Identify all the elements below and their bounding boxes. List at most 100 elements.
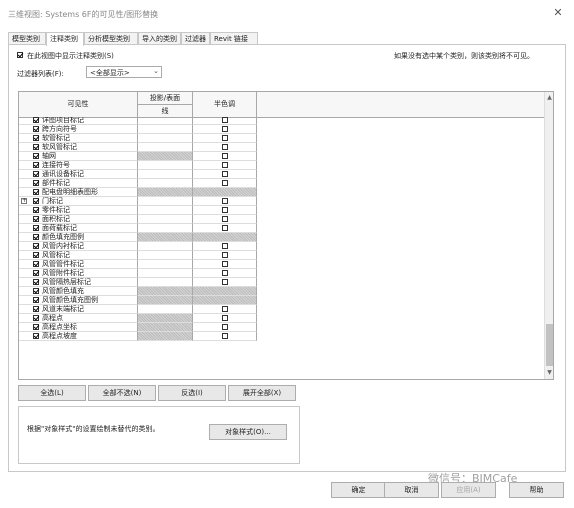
halftone-checkbox[interactable] xyxy=(222,207,228,213)
halftone-cell[interactable] xyxy=(193,188,257,197)
table-row[interactable]: 零件标记 xyxy=(19,206,544,215)
visibility-checkbox[interactable] xyxy=(33,126,39,132)
projection-lines-cell[interactable] xyxy=(138,251,193,260)
halftone-checkbox[interactable] xyxy=(222,261,228,267)
projection-lines-cell[interactable] xyxy=(138,161,193,170)
visibility-checkbox[interactable] xyxy=(33,135,39,141)
arrow-up-icon[interactable]: ▲ xyxy=(545,94,553,102)
visibility-checkbox[interactable] xyxy=(33,153,39,159)
halftone-cell[interactable] xyxy=(193,197,257,206)
projection-lines-cell[interactable] xyxy=(138,170,193,179)
close-icon[interactable]: ✕ xyxy=(552,6,564,20)
projection-lines-cell[interactable] xyxy=(138,287,193,296)
halftone-checkbox[interactable] xyxy=(222,162,228,168)
visibility-checkbox[interactable] xyxy=(33,144,39,150)
table-row[interactable]: 跨方向符号 xyxy=(19,125,544,134)
halftone-cell[interactable] xyxy=(193,314,257,323)
arrow-down-icon[interactable]: ▼ xyxy=(545,369,553,377)
visibility-checkbox[interactable] xyxy=(33,324,39,330)
visibility-checkbox[interactable] xyxy=(33,288,39,294)
help-button[interactable]: 帮助 xyxy=(509,482,564,498)
visibility-checkbox[interactable] xyxy=(33,252,39,258)
visibility-checkbox[interactable] xyxy=(33,207,39,213)
halftone-cell[interactable] xyxy=(193,161,257,170)
halftone-checkbox[interactable] xyxy=(222,117,228,123)
header-visibility[interactable]: 可见性 xyxy=(19,92,138,117)
halftone-checkbox[interactable] xyxy=(222,216,228,222)
table-row[interactable]: 详图项目标记 xyxy=(19,117,544,125)
invert-selection-button[interactable]: 反选(I) xyxy=(158,385,226,401)
visibility-checkbox[interactable] xyxy=(33,225,39,231)
visibility-checkbox[interactable] xyxy=(33,216,39,222)
projection-lines-cell[interactable] xyxy=(138,269,193,278)
halftone-cell[interactable] xyxy=(193,125,257,134)
projection-lines-cell[interactable] xyxy=(138,323,193,332)
select-all-button[interactable]: 全选(L) xyxy=(18,385,86,401)
visibility-checkbox[interactable] xyxy=(33,315,39,321)
table-row[interactable]: 配电盘明细表图形 xyxy=(19,188,544,197)
halftone-cell[interactable] xyxy=(193,296,257,305)
halftone-cell[interactable] xyxy=(193,170,257,179)
projection-lines-cell[interactable] xyxy=(138,314,193,323)
halftone-checkbox[interactable] xyxy=(222,198,228,204)
tab-annotation-categories[interactable]: 注释类别 xyxy=(46,32,84,46)
halftone-cell[interactable] xyxy=(193,179,257,188)
table-row[interactable]: 风管隔热层标记 xyxy=(19,278,544,287)
table-row[interactable]: 轴网 xyxy=(19,152,544,161)
projection-lines-cell[interactable] xyxy=(138,332,193,341)
projection-lines-cell[interactable] xyxy=(138,143,193,152)
visibility-checkbox[interactable] xyxy=(33,243,39,249)
halftone-cell[interactable] xyxy=(193,332,257,341)
filter-list-dropdown[interactable]: <全部显示> ⌄ xyxy=(86,66,162,78)
projection-lines-cell[interactable] xyxy=(138,206,193,215)
halftone-checkbox[interactable] xyxy=(222,252,228,258)
table-row[interactable]: + 门标记 xyxy=(19,197,544,206)
halftone-cell[interactable] xyxy=(193,269,257,278)
table-row[interactable]: 颜色填充图例 xyxy=(19,233,544,242)
table-row[interactable]: 风管颜色填充 xyxy=(19,287,544,296)
table-row[interactable]: 软管标记 xyxy=(19,134,544,143)
projection-lines-cell[interactable] xyxy=(138,117,193,125)
projection-lines-cell[interactable] xyxy=(138,296,193,305)
table-row[interactable]: 高程点坐标 xyxy=(19,323,544,332)
halftone-cell[interactable] xyxy=(193,260,257,269)
expand-all-button[interactable]: 展开全部(X) xyxy=(228,385,296,401)
halftone-cell[interactable] xyxy=(193,242,257,251)
object-styles-button[interactable]: 对象样式(O)... xyxy=(209,424,287,440)
projection-lines-cell[interactable] xyxy=(138,197,193,206)
projection-lines-cell[interactable] xyxy=(138,134,193,143)
table-row[interactable]: 高程点 xyxy=(19,314,544,323)
halftone-checkbox[interactable] xyxy=(222,126,228,132)
header-halftone[interactable]: 半色调 xyxy=(193,92,257,117)
projection-lines-cell[interactable] xyxy=(138,152,193,161)
table-row[interactable]: 高程点坡度 xyxy=(19,332,544,341)
halftone-cell[interactable] xyxy=(193,224,257,233)
visibility-checkbox[interactable] xyxy=(33,180,39,186)
projection-lines-cell[interactable] xyxy=(138,179,193,188)
visibility-checkbox[interactable] xyxy=(33,234,39,240)
table-row[interactable]: 通讯设备标记 xyxy=(19,170,544,179)
visibility-checkbox[interactable] xyxy=(33,297,39,303)
header-projection[interactable]: 投影/表面 线 xyxy=(138,92,193,117)
halftone-checkbox[interactable] xyxy=(222,171,228,177)
halftone-cell[interactable] xyxy=(193,143,257,152)
vertical-scrollbar[interactable]: ▲ ▼ xyxy=(544,92,553,379)
halftone-checkbox[interactable] xyxy=(222,270,228,276)
cancel-button[interactable]: 取消 xyxy=(384,482,439,498)
projection-lines-cell[interactable] xyxy=(138,215,193,224)
halftone-cell[interactable] xyxy=(193,206,257,215)
table-row[interactable]: 面荷载标记 xyxy=(19,224,544,233)
halftone-checkbox[interactable] xyxy=(222,153,228,159)
halftone-cell[interactable] xyxy=(193,152,257,161)
projection-lines-cell[interactable] xyxy=(138,242,193,251)
halftone-cell[interactable] xyxy=(193,287,257,296)
halftone-cell[interactable] xyxy=(193,117,257,125)
halftone-checkbox[interactable] xyxy=(222,315,228,321)
projection-lines-cell[interactable] xyxy=(138,125,193,134)
visibility-checkbox[interactable] xyxy=(33,279,39,285)
halftone-checkbox[interactable] xyxy=(222,243,228,249)
projection-lines-cell[interactable] xyxy=(138,188,193,197)
visibility-checkbox[interactable] xyxy=(33,117,39,123)
table-row[interactable]: 连接符号 xyxy=(19,161,544,170)
halftone-cell[interactable] xyxy=(193,251,257,260)
